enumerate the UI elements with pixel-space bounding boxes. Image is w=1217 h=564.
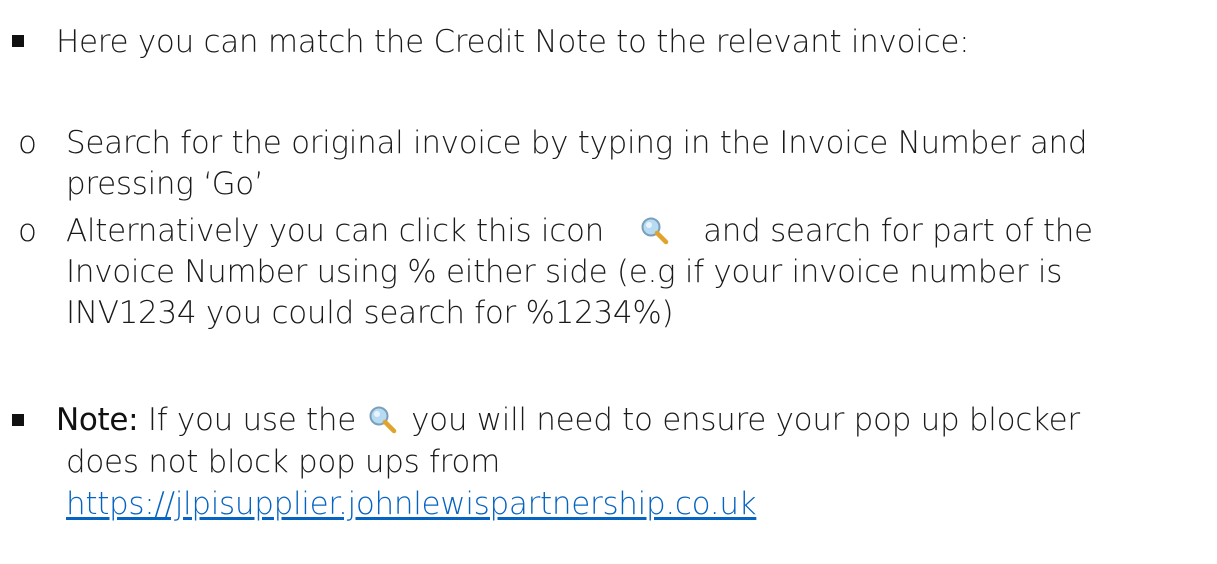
option2-before-icon: Alternatively you can click this icon bbox=[66, 213, 604, 249]
note-link-line: https://jlpisupplier.johnlewispartnershi… bbox=[66, 484, 757, 524]
option2-line3: INV1234 you could search for %1234%) bbox=[66, 295, 674, 331]
note-label: Note: bbox=[56, 402, 139, 438]
note-after-icon: you will need to ensure your pop up bloc… bbox=[411, 402, 1080, 438]
option1-line1: Search for the original invoice by typin… bbox=[66, 125, 1088, 161]
option2-line2: Invoice Number using % either side (e.g … bbox=[66, 254, 1063, 290]
intro-text: Here you can match the Credit Note to th… bbox=[56, 24, 970, 60]
sub-bullet-marker: o bbox=[18, 125, 37, 161]
option1-line2: pressing ‘Go’ bbox=[66, 166, 264, 202]
note-before-icon: If you use the bbox=[147, 402, 357, 438]
note-line1: Note: If you use the you will need to en… bbox=[56, 400, 1080, 440]
square-bullet bbox=[12, 414, 24, 426]
note-line2: does not block pop ups from bbox=[66, 444, 500, 480]
supplier-portal-link[interactable]: https://jlpisupplier.johnlewispartnershi… bbox=[66, 486, 757, 522]
square-bullet bbox=[12, 35, 24, 47]
option2-after-icon: and search for part of the bbox=[703, 213, 1093, 249]
option2-line1: Alternatively you can click this icon an… bbox=[66, 211, 1093, 251]
sub-bullet-marker: o bbox=[18, 213, 37, 249]
magnifier-icon bbox=[368, 405, 396, 433]
magnifier-icon bbox=[640, 216, 668, 244]
